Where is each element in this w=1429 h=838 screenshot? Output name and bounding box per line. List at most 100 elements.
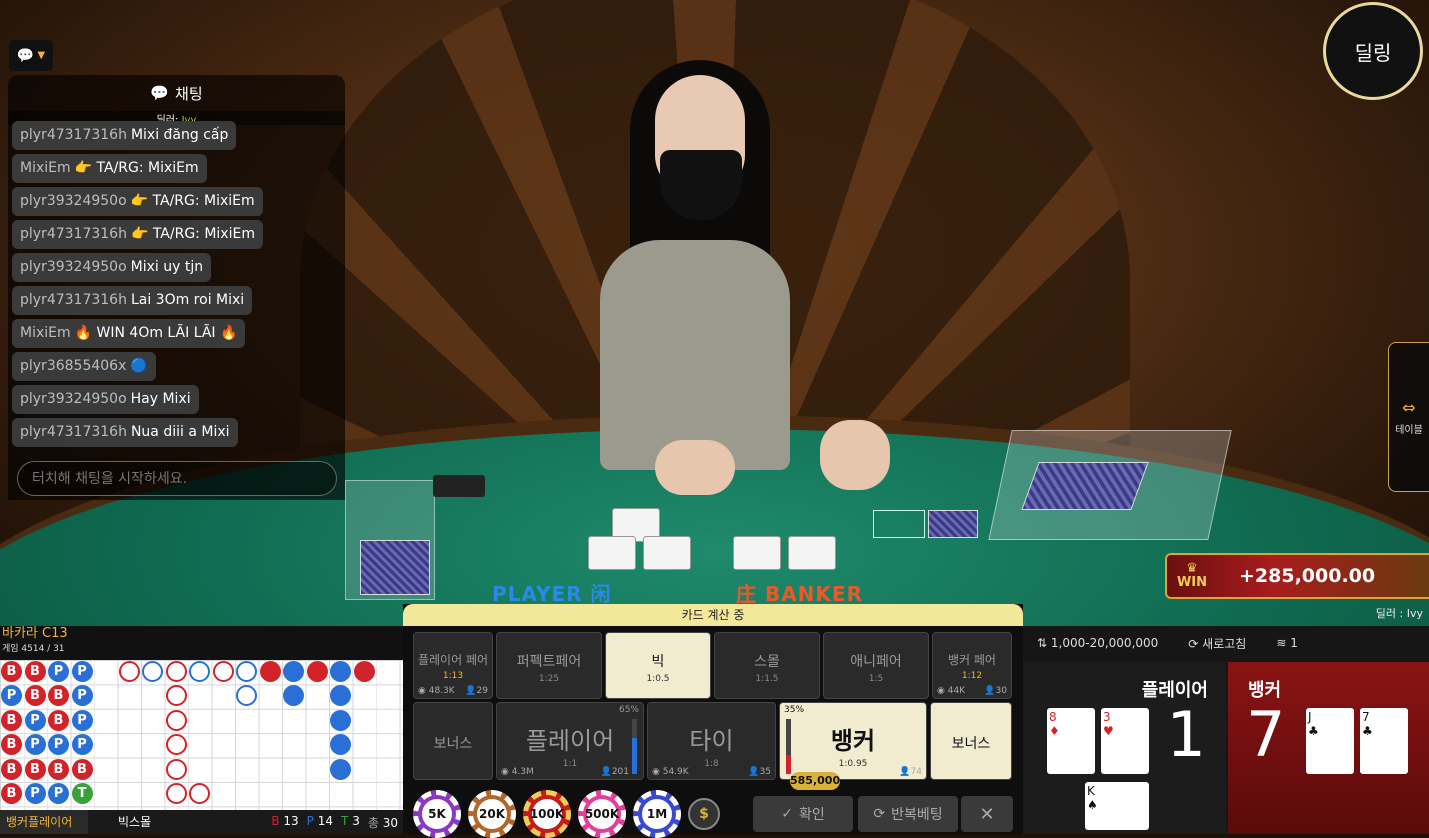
chip-100k[interactable]: 100K [523,790,571,838]
chat-message: MixiEm 🔥 WIN 4Om LÃI LÃI 🔥 [12,319,246,348]
crown-icon: ♛ [1186,561,1198,576]
tab-big-small[interactable]: 빅스몰 [88,810,157,834]
game-round: 게임 4514 / 31 [2,644,65,654]
bead-road-result: B [48,709,69,731]
chat-text: Mixi đăng cấp [130,127,229,143]
close-icon: ✕ [979,803,995,825]
bet-perfect-pair[interactable]: 퍼펙트페어 1:25 [496,632,602,699]
bet-banker-pair[interactable]: 뱅커 페어 1:12 ◉ 44K 👤30 [932,632,1012,699]
refresh-button[interactable]: ⟳ 새로고침 [1188,635,1246,652]
derived-road-mark [353,661,375,682]
big-road-mark [165,685,187,707]
check-icon: ✓ [781,806,793,822]
derived-road-mark [259,661,281,682]
bead-road-result: B [24,661,46,682]
limit-icon: ⇅ [1037,636,1048,650]
big-road-mark [165,661,187,682]
total-count: 30 [382,815,398,830]
dealer-hand-right [820,420,890,490]
big-road-mark [142,661,163,682]
derived-road-mark [330,758,351,780]
bet-limit: ⇅ 1,000-20,000,000 [1037,636,1159,650]
tab-banker-player[interactable]: 뱅커플레이어 [0,810,88,834]
chat-input[interactable] [17,461,337,496]
big-road-mark [212,661,234,682]
big-road-mark [165,734,187,756]
chat-username: plyr47317316h [20,424,127,440]
bead-road-result: P [48,661,69,682]
table-card [643,536,691,570]
bead-road-result: B [24,758,46,780]
dealer-hand-left [655,440,735,495]
bet-small[interactable]: 스몰 1:1.5 [714,632,820,699]
banker-table-label: 庄 BANKER [736,582,863,606]
player-count: 14 [317,813,334,828]
chat-text: Mixi uy tjn [130,259,204,275]
chat-toggle-button[interactable]: 💬 ▼ [9,40,53,71]
chat-username: plyr47317316h [20,292,127,308]
dealing-button[interactable]: 딜링 [1323,2,1423,100]
banker-count: 13 [283,813,299,828]
bead-road-result: B [1,661,22,682]
big-road-mark [189,661,210,682]
chat-message: plyr47317316h Lai 3Om roi Mixi [12,286,253,315]
cancel-button[interactable]: ✕ [961,796,1013,832]
bet-any-pair[interactable]: 애니페어 1:5 [823,632,929,699]
bead-road-result: B [48,685,69,707]
banker-card-2: 7 ♣ [1360,708,1408,774]
chat-message: MixiEm 👉 TA/RG: MixiEm [12,154,207,183]
card-scanner [433,475,485,497]
chat-text: 🔥 WIN 4Om LÃI LÃI 🔥 [74,325,238,341]
tie-count: 3 [352,813,360,828]
bead-road-result: P [71,661,93,682]
result-panel: ⇅ 1,000-20,000,000 ⟳ 새로고침 ≋ 1 플레이어 1 8 ♦ … [1023,626,1429,834]
bet-banker[interactable]: 뱅커 1:0.95 35% 👤74 [779,702,927,780]
chat-username: plyr39324950o [20,391,127,407]
bead-road-result: P [24,783,46,804]
dealer-body [600,240,790,470]
win-banner: ♛ WIN +285,000.00 [1165,553,1429,599]
bet-big[interactable]: 빅 1:0.5 [605,632,711,699]
bead-road-result: B [24,685,46,707]
bet-banker-bonus[interactable]: 보너스 [930,702,1012,780]
chat-message: plyr36855406x 🔵 [12,352,156,381]
placed-bet-amount: 585,000 [790,772,840,790]
chip-1m[interactable]: 1M [633,790,681,838]
table-switch-tab[interactable]: ⇔ 테이블 [1388,342,1429,492]
chip-tray: 5K 20K 100K 500K 1M $ [413,790,720,838]
bead-road-result: P [24,734,46,756]
wifi-icon: ≋ [1276,636,1287,650]
bet-player[interactable]: 플레이어 1:1 65% ◉ 4.3M 👤201 [496,702,644,780]
repeat-bet-button[interactable]: ⟳ 반복베팅 [858,796,958,832]
big-road-mark [118,661,140,682]
chat-message: plyr47317316h Mixi đăng cấp [12,121,237,150]
bead-road-result: P [1,685,22,707]
bet-player-bonus[interactable]: 보너스 [413,702,493,780]
chat-header: 💬 채팅 [8,75,345,111]
bet-tie[interactable]: 타이 1:8 ◉ 54.9K 👤35 [647,702,776,780]
derived-road-mark [330,661,351,682]
chip-500k[interactable]: 500K [578,790,626,838]
chat-text: 👉 TA/RG: MixiEm [74,160,199,176]
shoe-deck [1021,462,1149,510]
chip-settings-icon[interactable]: $ [688,798,720,830]
big-road-mark [189,783,210,804]
chat-username: plyr36855406x [20,358,127,374]
chip-5k[interactable]: 5K [413,790,461,838]
roadmap-tabs: 뱅커플레이어 빅스몰 B 13 P 14 T 3 총 30 [0,810,404,834]
bet-player-pair[interactable]: 플레이어 페어 1:13 ◉ 48.3K 👤29 [413,632,493,699]
roadmap-grid[interactable]: BBPPPBBPBPBPBPPPBBBBBPPT [0,660,404,810]
chat-message: plyr39324950o Hay Mixi [12,385,199,414]
repeat-icon: ⟳ [873,806,886,822]
confirm-button[interactable]: ✓ 확인 [753,796,853,832]
derived-road-mark [330,685,351,707]
chat-text: 🔵 [130,358,148,374]
roadmap-panel: 바카라 C13 게임 4514 / 31 BBPPPBBPBPBPBPPPBBB… [0,626,404,834]
game-name: 바카라 C13 [2,626,68,641]
big-road-mark [236,661,257,682]
big-road-mark [165,758,187,780]
table-card [788,536,836,570]
chat-message: plyr39324950o 👉 TA/RG: MixiEm [12,187,263,216]
chip-20k[interactable]: 20K [468,790,516,838]
banker-score: 7 [1246,698,1286,771]
